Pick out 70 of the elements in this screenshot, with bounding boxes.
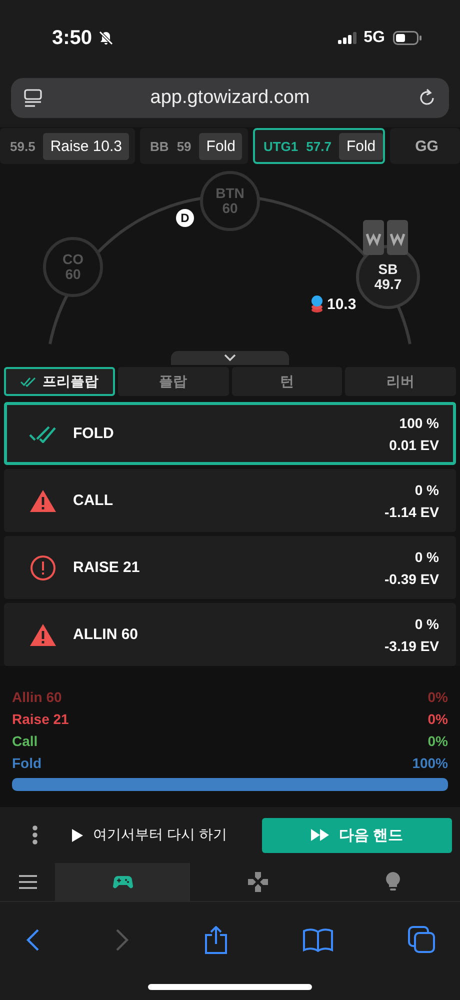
position-label: BB bbox=[150, 138, 169, 154]
double-check-icon bbox=[29, 424, 57, 442]
book-icon[interactable] bbox=[303, 928, 333, 952]
action-option[interactable]: FOLD 100 % 0.01 EV bbox=[4, 402, 456, 465]
game-end-item[interactable]: GG bbox=[390, 128, 460, 164]
action-history-item[interactable]: BB 59 Fold bbox=[140, 128, 248, 164]
ev-value: -0.39 EV bbox=[384, 570, 439, 588]
frequency-value: 0 % bbox=[414, 614, 439, 634]
ev-value: -1.14 EV bbox=[384, 502, 439, 522]
strategy-label: Allin 60 bbox=[12, 688, 62, 707]
ev-value: 0.01 EV bbox=[389, 436, 439, 454]
action-name: CALL bbox=[73, 492, 114, 509]
frequency-value: 100 % bbox=[399, 414, 439, 432]
chip-stack-icon bbox=[311, 295, 323, 313]
strategy-percent: 100% bbox=[412, 754, 448, 773]
action-label: Fold bbox=[339, 132, 383, 160]
strategy-percent: 0% bbox=[428, 688, 448, 707]
url-text: app.gtowizard.com bbox=[150, 87, 310, 109]
street-tab[interactable]: 플랍 bbox=[118, 367, 228, 396]
play-icon bbox=[72, 828, 83, 842]
clock-time: 3:50 bbox=[52, 26, 92, 50]
menu-icon bbox=[18, 875, 36, 889]
lightbulb-icon bbox=[386, 872, 400, 892]
double-check-icon bbox=[20, 376, 36, 386]
strategy-percent: 0% bbox=[428, 732, 448, 751]
action-name: ALLIN 60 bbox=[73, 626, 140, 643]
bet-amount: 10.3 bbox=[327, 296, 356, 312]
warning-icon bbox=[29, 488, 57, 512]
strategy-label: Fold bbox=[12, 754, 42, 773]
gamepad-icon bbox=[112, 875, 132, 889]
network-label: 5G bbox=[364, 29, 385, 47]
more-options-icon[interactable] bbox=[32, 825, 38, 845]
action-name: FOLD bbox=[73, 425, 115, 442]
strategy-label: Call bbox=[12, 732, 38, 751]
street-tab[interactable]: 리버 bbox=[345, 367, 456, 396]
action-label: Raise 10.3 bbox=[43, 132, 130, 160]
alert-circle-icon bbox=[30, 554, 56, 580]
fast-forward-icon bbox=[310, 829, 329, 841]
action-option[interactable]: RAISE 21 0 % -0.39 EV bbox=[4, 536, 456, 599]
frequency-value: 0 % bbox=[414, 480, 439, 500]
tabs-icon[interactable] bbox=[408, 926, 436, 954]
chevron-down-icon bbox=[224, 354, 236, 362]
action-option[interactable]: CALL 0 % -1.14 EV bbox=[4, 469, 456, 532]
action-name: RAISE 21 bbox=[73, 559, 141, 576]
ev-value: -3.19 EV bbox=[384, 636, 439, 656]
action-history-item[interactable]: UTG1 57.7 Fold bbox=[253, 128, 385, 164]
frequency-value: 0 % bbox=[414, 548, 439, 566]
stack-label: 59 bbox=[176, 138, 192, 154]
nav-tab[interactable] bbox=[55, 863, 190, 901]
stack-label: 59.5 bbox=[10, 138, 36, 154]
strategy-label: Raise 21 bbox=[12, 710, 69, 729]
replay-button[interactable]: 여기서부터 다시 하기 bbox=[68, 826, 231, 844]
back-icon[interactable] bbox=[26, 928, 40, 952]
battery-icon bbox=[393, 31, 422, 45]
position-label: UTG1 bbox=[263, 138, 298, 154]
action-option[interactable]: ALLIN 60 0 % -3.19 EV bbox=[4, 603, 456, 666]
street-tab[interactable]: 프리플랍 bbox=[4, 367, 115, 396]
dpad-icon bbox=[248, 872, 268, 892]
bell-slash-icon bbox=[98, 30, 114, 46]
warning-icon bbox=[29, 622, 57, 646]
share-icon[interactable] bbox=[204, 926, 228, 954]
reload-icon[interactable] bbox=[417, 88, 437, 108]
address-bar[interactable]: app.gtowizard.com bbox=[11, 78, 449, 118]
signal-icon bbox=[338, 32, 358, 44]
strategy-percent: 0% bbox=[428, 710, 448, 729]
action-history-item[interactable]: 59.5 Raise 10.3 bbox=[0, 128, 136, 164]
action-label: Fold bbox=[199, 132, 242, 160]
page-menu-icon[interactable] bbox=[23, 88, 43, 108]
street-tab[interactable]: 턴 bbox=[232, 367, 342, 396]
stack-label: 57.7 bbox=[306, 138, 332, 154]
